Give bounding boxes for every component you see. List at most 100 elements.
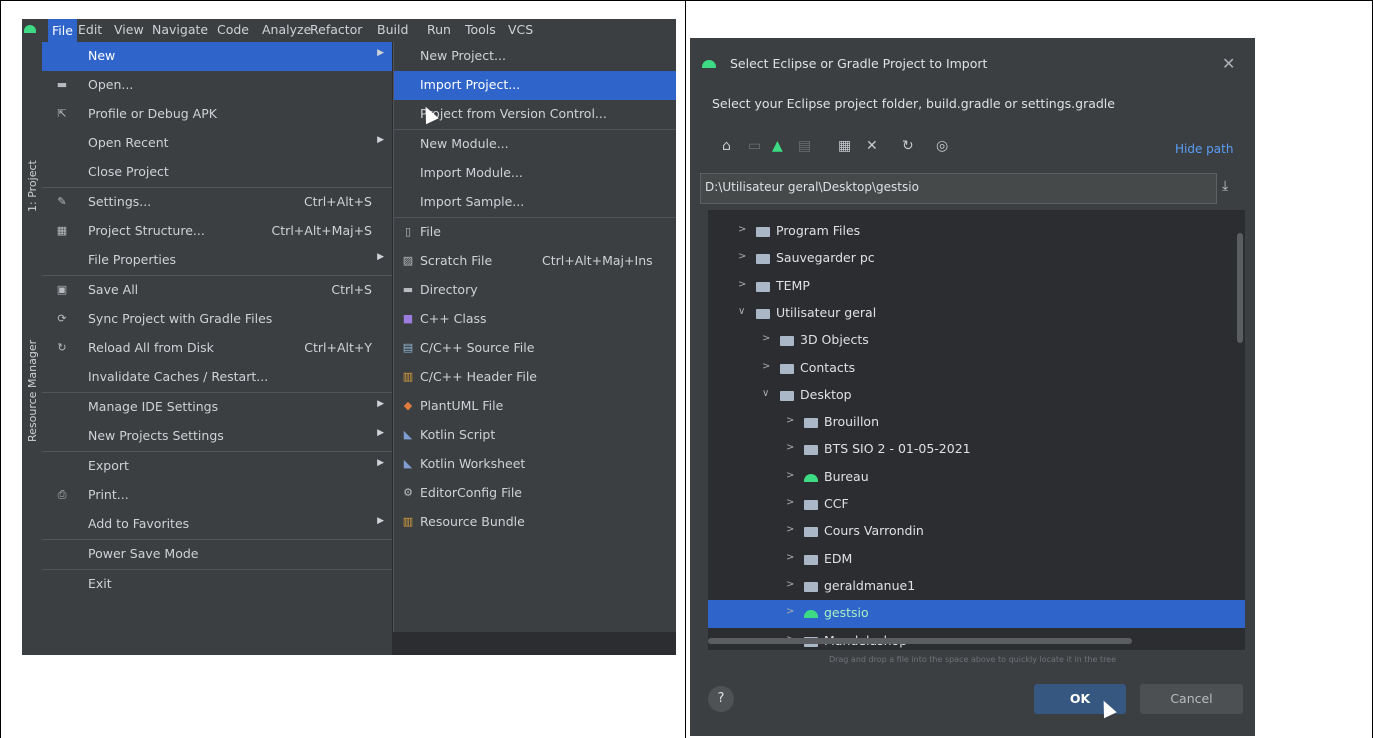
chevron-right-icon[interactable]: > (738, 224, 746, 235)
menu-item-new-module[interactable]: New Module... (394, 130, 676, 159)
menu-item-project-structure[interactable]: ▦ Project Structure... Ctrl+Alt+Maj+S (42, 217, 392, 246)
tree-row-desktop[interactable]: ∨ Desktop (708, 382, 1245, 410)
show-hidden-icon[interactable]: ◎ (936, 138, 948, 154)
tool-window-project[interactable]: 1: Project (26, 160, 39, 212)
download-icon[interactable]: ⤓ (1222, 178, 1228, 194)
menu-build[interactable]: Build (377, 22, 408, 37)
menu-item-kotlin-worksheet[interactable]: ◣ Kotlin Worksheet (394, 450, 676, 479)
tree-row-ccf[interactable]: > CCF (708, 491, 1245, 519)
tool-window-resource-manager[interactable]: Resource Manager (26, 340, 39, 442)
menu-item-new-projects-settings[interactable]: New Projects Settings ▶ (42, 422, 392, 451)
tree-row-3d-objects[interactable]: >3D Objects (708, 327, 1245, 355)
delete-icon[interactable]: ✕ (866, 138, 878, 154)
tree-row-bts-sio-2-01-05-2021[interactable]: > BTS SIO 2 - 01-05-2021 (708, 436, 1245, 464)
chevron-right-icon[interactable]: > (762, 333, 770, 344)
chevron-right-icon[interactable]: > (786, 442, 794, 453)
tree-row-gestsio[interactable]: > gestsio (708, 600, 1245, 629)
menu-navigate[interactable]: Navigate (152, 22, 208, 37)
menu-analyze[interactable]: Analyze (262, 22, 311, 37)
refresh-icon[interactable]: ↻ (902, 138, 914, 154)
menu-item-file[interactable]: ▯ File (394, 218, 676, 247)
tree-row-edm[interactable]: > EDM (708, 546, 1245, 574)
home-icon[interactable]: ⌂ (722, 138, 731, 154)
tree-row-contacts[interactable]: > Contacts (708, 355, 1245, 383)
menu-item-new-project[interactable]: New Project... (394, 42, 676, 71)
chevron-down-icon[interactable]: ∨ (738, 306, 745, 317)
menu-item-import-project[interactable]: Import Project... (394, 71, 676, 100)
chevron-right-icon[interactable]: > (786, 470, 794, 481)
tree-row-temp[interactable]: > TEMP (708, 273, 1245, 301)
tree-row-cours-varrondin[interactable]: > Cours Varrondin (708, 518, 1245, 546)
menu-item-c-c-header-file[interactable]: ▥ C/C++ Header File (394, 363, 676, 392)
wrench-icon: ✎ (57, 195, 67, 208)
tree-row-sauvegarder-pc[interactable]: > Sauvegarder pc (708, 245, 1245, 273)
menu-tools[interactable]: Tools (465, 22, 496, 37)
menu-view[interactable]: View (114, 22, 144, 37)
dialog-description: Select your Eclipse project folder, buil… (712, 96, 1115, 111)
chevron-right-icon[interactable]: > (786, 606, 794, 617)
menu-vcs[interactable]: VCS (508, 22, 533, 37)
menu-item-plantuml-file[interactable]: ◆ PlantUML File (394, 392, 676, 421)
menu-item-power-save-mode[interactable]: Power Save Mode (42, 540, 392, 569)
tree-row-utilisateur-geral[interactable]: ∨ Utilisateur geral (708, 300, 1245, 328)
tree-item-label: geraldmanue1 (824, 577, 916, 593)
menu-item-sync-project-with-gradle-files[interactable]: ⟳ Sync Project with Gradle Files (42, 305, 392, 334)
tree-row-geraldmanue1[interactable]: > geraldmanue1 (708, 573, 1245, 601)
menu-item-invalidate-caches-restart[interactable]: Invalidate Caches / Restart... (42, 363, 392, 392)
chevron-right-icon[interactable]: > (762, 361, 770, 372)
menu-item-save-all[interactable]: ▣ Save All Ctrl+S (42, 276, 392, 305)
menu-edit[interactable]: Edit (78, 22, 102, 37)
menu-item-reload-all-from-disk[interactable]: ↻ Reload All from Disk Ctrl+Alt+Y (42, 334, 392, 363)
chevron-right-icon[interactable]: > (738, 251, 746, 262)
menu-item-file-properties[interactable]: File Properties ▶ (42, 246, 392, 275)
menu-item-import-sample[interactable]: Import Sample... (394, 188, 676, 217)
menu-item-export[interactable]: Export ▶ (42, 452, 392, 481)
chevron-right-icon[interactable]: > (738, 279, 746, 290)
chevron-right-icon[interactable]: > (786, 497, 794, 508)
menu-item-c-class[interactable]: ■ C++ Class (394, 305, 676, 334)
menu-item-open-recent[interactable]: Open Recent ▶ (42, 129, 392, 158)
chevron-right-icon[interactable]: > (786, 524, 794, 535)
menu-refactor[interactable]: Refactor (310, 22, 362, 37)
menu-item-settings[interactable]: ✎ Settings... Ctrl+Alt+S (42, 188, 392, 217)
menu-item-profile-or-debug-apk[interactable]: ⇱ Profile or Debug APK (42, 100, 392, 129)
menu-code[interactable]: Code (217, 22, 249, 37)
chevron-right-icon[interactable]: > (786, 415, 794, 426)
menu-item-open[interactable]: ▬ Open... (42, 71, 392, 100)
close-icon[interactable]: ✕ (1222, 54, 1235, 73)
menu-run[interactable]: Run (427, 22, 451, 37)
tree-row-bureau[interactable]: > Bureau (708, 464, 1245, 492)
menu-item-label: Add to Favorites (88, 516, 190, 531)
hide-path-link[interactable]: Hide path (1175, 142, 1233, 156)
menu-item-directory[interactable]: ▬ Directory (394, 276, 676, 305)
menu-item-kotlin-script[interactable]: ◣ Kotlin Script (394, 421, 676, 450)
menu-item-scratch-file[interactable]: ▨ Scratch File Ctrl+Alt+Maj+Ins (394, 247, 676, 276)
horizontal-scrollbar[interactable] (708, 638, 1132, 644)
tree-row-brouillon[interactable]: > Brouillon (708, 409, 1245, 437)
path-input[interactable]: D:\Utilisateur geral\Desktop\gestsio (700, 173, 1217, 204)
menu-file[interactable]: File (48, 19, 77, 42)
menu-item-close-project[interactable]: Close Project (42, 158, 392, 187)
menu-item-new[interactable]: New ▶ (42, 42, 392, 71)
menu-item-editorconfig-file[interactable]: ⚙ EditorConfig File (394, 479, 676, 508)
menu-item-exit[interactable]: Exit (42, 570, 392, 599)
menu-item-c-c-source-file[interactable]: ▤ C/C++ Source File (394, 334, 676, 363)
menu-item-import-module[interactable]: Import Module... (394, 159, 676, 188)
chevron-right-icon[interactable]: > (786, 552, 794, 563)
cancel-button[interactable]: Cancel (1140, 684, 1243, 714)
menu-item-resource-bundle[interactable]: ▥ Resource Bundle (394, 508, 676, 537)
help-button[interactable]: ? (708, 686, 734, 712)
tree-row-program-files[interactable]: > Program Files (708, 218, 1245, 246)
menu-item-print[interactable]: ⎙ Print... (42, 481, 392, 510)
desktop-icon[interactable]: ▭ (748, 138, 761, 154)
new-folder-icon[interactable]: ▦ (838, 138, 851, 154)
vertical-scrollbar[interactable] (1237, 233, 1243, 343)
module-icon[interactable]: ▤ (798, 138, 811, 154)
menu-item-manage-ide-settings[interactable]: Manage IDE Settings ▶ (42, 393, 392, 422)
cpp-header-icon: ▥ (402, 370, 414, 383)
chevron-down-icon[interactable]: ∨ (762, 388, 769, 399)
menu-item-add-to-favorites[interactable]: Add to Favorites ▶ (42, 510, 392, 539)
chevron-right-icon[interactable]: > (786, 579, 794, 590)
tree-item-label: gestsio (824, 605, 869, 621)
project-icon[interactable]: ▲ (772, 138, 783, 154)
